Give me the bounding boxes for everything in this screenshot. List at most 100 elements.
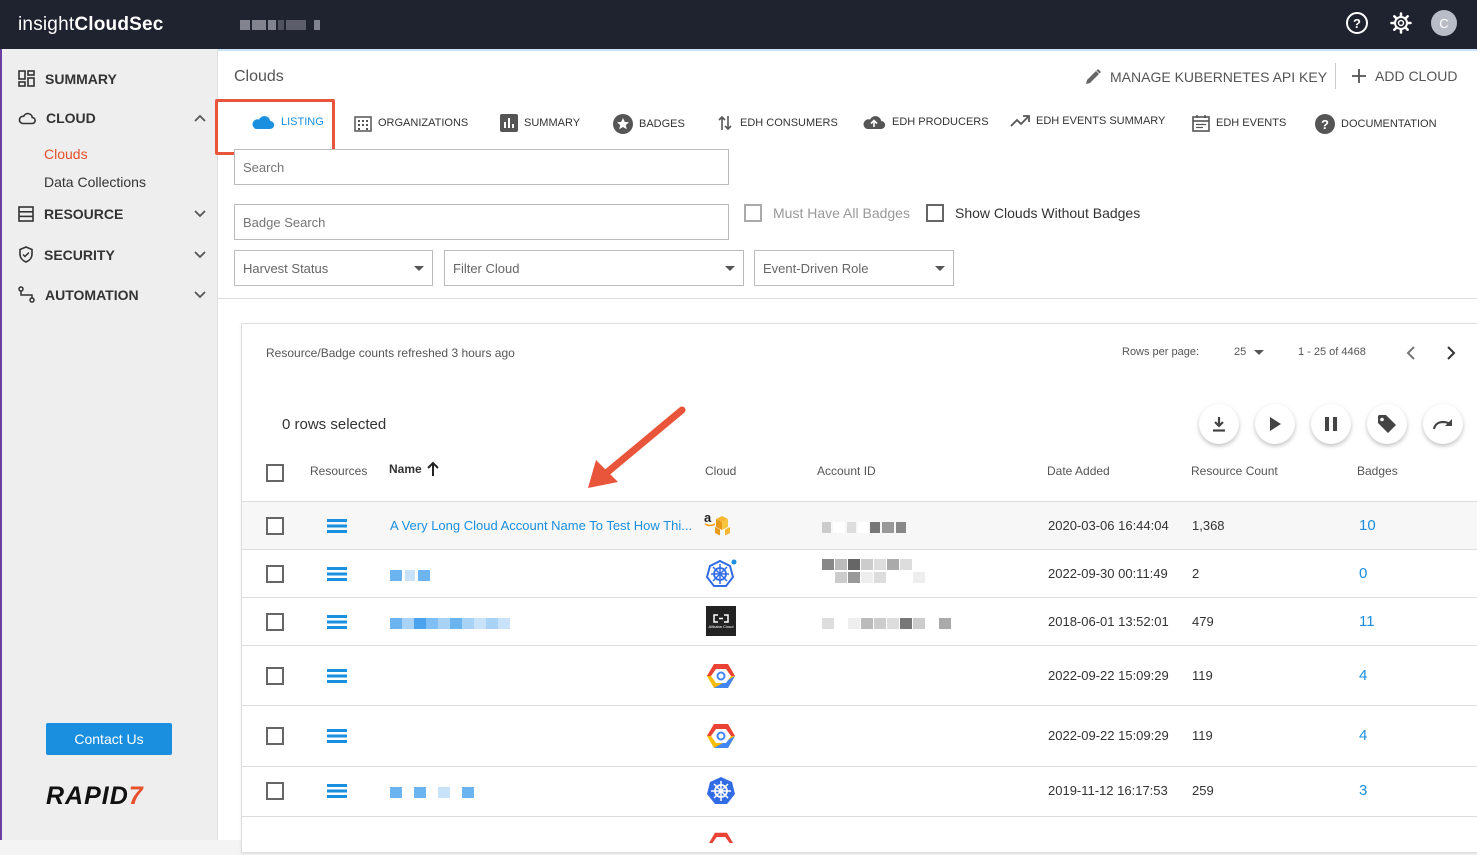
sidebar-item-summary[interactable]: SUMMARY — [18, 70, 206, 87]
calendar-icon — [1192, 115, 1210, 132]
sidebar-accent-border — [0, 49, 2, 840]
badges-count-link[interactable]: 10 — [1359, 517, 1376, 534]
chevron-left-icon[interactable] — [1406, 346, 1416, 360]
chevron-up-icon[interactable] — [194, 114, 206, 122]
sidebar-item-security[interactable]: SECURITY — [18, 246, 206, 263]
svg-text:?: ? — [1321, 117, 1329, 132]
tab-organizations[interactable]: ORGANIZATIONS — [354, 114, 468, 132]
cloud-name-redacted[interactable] — [390, 618, 510, 629]
column-header-resource-count[interactable]: Resource Count — [1191, 464, 1278, 478]
table-row[interactable] — [242, 816, 1477, 854]
trending-up-icon — [1010, 115, 1030, 127]
manage-kubernetes-api-key-button[interactable]: MANAGE KUBERNETES API KEY — [1084, 68, 1327, 86]
pencil-icon — [1086, 69, 1101, 84]
tab-edh-events[interactable]: EDH EVENTS — [1192, 114, 1286, 132]
table-row[interactable]: 2022-09-30 00:11:49 2 0 — [242, 549, 1477, 597]
checkbox-box[interactable] — [926, 204, 944, 222]
star-badge-icon — [613, 114, 633, 134]
add-cloud-button[interactable]: ADD CLOUD — [1351, 68, 1457, 84]
redo-icon — [1432, 419, 1452, 430]
must-have-all-badges-checkbox[interactable]: Must Have All Badges — [744, 204, 910, 222]
checkbox-box[interactable] — [744, 204, 762, 222]
redo-button[interactable] — [1423, 404, 1463, 444]
sidebar-subitem-data-collections[interactable]: Data Collections — [44, 174, 146, 190]
tab-summary[interactable]: SUMMARY — [500, 114, 580, 132]
rows-per-page-label: Rows per page: — [1122, 346, 1200, 358]
table-row[interactable]: A Very Long Cloud Account Name To Test H… — [242, 501, 1477, 549]
event-driven-role-select[interactable]: Event-Driven Role — [754, 250, 954, 286]
pause-button[interactable] — [1311, 404, 1351, 444]
column-header-resources[interactable]: Resources — [310, 464, 367, 478]
sidebar-item-resource[interactable]: RESOURCE — [18, 206, 206, 222]
main-content: Clouds MANAGE KUBERNETES API KEY ADD CLO… — [215, 51, 1477, 853]
table-row[interactable]: 2022-09-22 15:09:29 119 4 — [242, 645, 1477, 705]
column-header-badges[interactable]: Badges — [1357, 464, 1398, 478]
resources-list-icon[interactable] — [327, 729, 347, 743]
row-checkbox[interactable] — [266, 727, 284, 745]
harvest-status-select[interactable]: Harvest Status — [234, 250, 433, 286]
sidebar-item-cloud[interactable]: CLOUD — [18, 110, 206, 126]
badges-count-link[interactable]: 4 — [1359, 667, 1367, 684]
contact-us-button[interactable]: Contact Us — [46, 723, 172, 755]
row-checkbox[interactable] — [266, 565, 284, 583]
annotation-arrow — [588, 406, 686, 488]
table-row[interactable]: 2022-09-22 15:09:29 119 4 — [242, 705, 1477, 766]
row-checkbox[interactable] — [266, 517, 284, 535]
badges-count-link[interactable]: 3 — [1359, 782, 1367, 799]
resources-list-icon[interactable] — [327, 519, 347, 533]
badges-count-link[interactable]: 0 — [1359, 565, 1367, 582]
bar-chart-icon — [500, 114, 518, 132]
pagination-range: 1 - 25 of 4468 — [1298, 346, 1366, 358]
organization-name-redacted[interactable] — [239, 19, 320, 30]
chevron-down-icon[interactable] — [194, 210, 206, 218]
gcp-logo-icon — [707, 724, 735, 748]
cloud-name-redacted[interactable] — [390, 570, 430, 581]
cloud-name-redacted[interactable] — [390, 787, 474, 798]
gear-icon[interactable] — [1387, 9, 1415, 37]
row-checkbox[interactable] — [266, 782, 284, 800]
badge-search-input[interactable] — [234, 204, 729, 240]
column-header-name[interactable]: Name — [389, 461, 440, 477]
tab-documentation[interactable]: ? DOCUMENTATION — [1315, 114, 1437, 134]
date-added: 2022-09-22 15:09:29 — [1048, 728, 1169, 743]
alibaba-cloud-logo: Alibaba Cloud — [706, 606, 736, 636]
user-avatar[interactable]: C — [1431, 10, 1457, 36]
resources-list-icon[interactable] — [327, 567, 347, 581]
row-checkbox[interactable] — [266, 613, 284, 631]
cloud-name-link[interactable]: A Very Long Cloud Account Name To Test H… — [390, 518, 692, 533]
tag-button[interactable] — [1367, 404, 1407, 444]
swap-vert-icon — [718, 115, 732, 131]
table-row[interactable]: 2019-11-12 16:17:53 259 3 — [242, 766, 1477, 816]
account-id-redacted — [822, 522, 906, 533]
show-clouds-without-badges-checkbox[interactable]: Show Clouds Without Badges — [926, 204, 1140, 222]
sidebar-item-automation[interactable]: AUTOMATION — [18, 286, 206, 303]
tab-badges[interactable]: BADGES — [613, 114, 685, 134]
badges-count-link[interactable]: 11 — [1359, 613, 1375, 630]
column-header-account-id[interactable]: Account ID — [817, 464, 876, 478]
download-button[interactable] — [1199, 404, 1239, 444]
search-input[interactable] — [234, 149, 729, 185]
resources-list-icon[interactable] — [327, 669, 347, 683]
row-checkbox[interactable] — [266, 667, 284, 685]
rows-per-page-select[interactable]: 25 — [1234, 346, 1265, 358]
chevron-down-icon[interactable] — [194, 290, 206, 299]
filter-cloud-select[interactable]: Filter Cloud — [444, 250, 744, 286]
column-header-cloud[interactable]: Cloud — [705, 464, 736, 478]
pause-icon — [1325, 417, 1337, 431]
tab-edh-events-summary[interactable]: EDH EVENTS SUMMARY — [1010, 114, 1165, 128]
column-header-date-added[interactable]: Date Added — [1047, 464, 1110, 478]
tab-edh-consumers[interactable]: EDH CONSUMERS — [716, 114, 838, 132]
help-circle-icon[interactable]: ? — [1343, 9, 1371, 37]
select-all-checkbox[interactable] — [266, 464, 284, 482]
resources-list-icon[interactable] — [327, 784, 347, 798]
chevron-right-icon[interactable] — [1446, 346, 1456, 360]
tab-edh-producers[interactable]: EDH PRODUCERS — [862, 114, 989, 130]
resources-list-icon[interactable] — [327, 615, 347, 629]
sidebar-item-label: SUMMARY — [45, 70, 117, 87]
sidebar-subitem-clouds[interactable]: Clouds — [44, 146, 88, 162]
play-button[interactable] — [1255, 404, 1295, 444]
chevron-down-icon[interactable] — [194, 250, 206, 259]
brand-logo[interactable]: insightCloudSec — [18, 14, 164, 36]
table-row[interactable]: Alibaba Cloud 2018-06-01 13:52:01 479 11 — [242, 597, 1477, 645]
badges-count-link[interactable]: 4 — [1359, 727, 1367, 744]
